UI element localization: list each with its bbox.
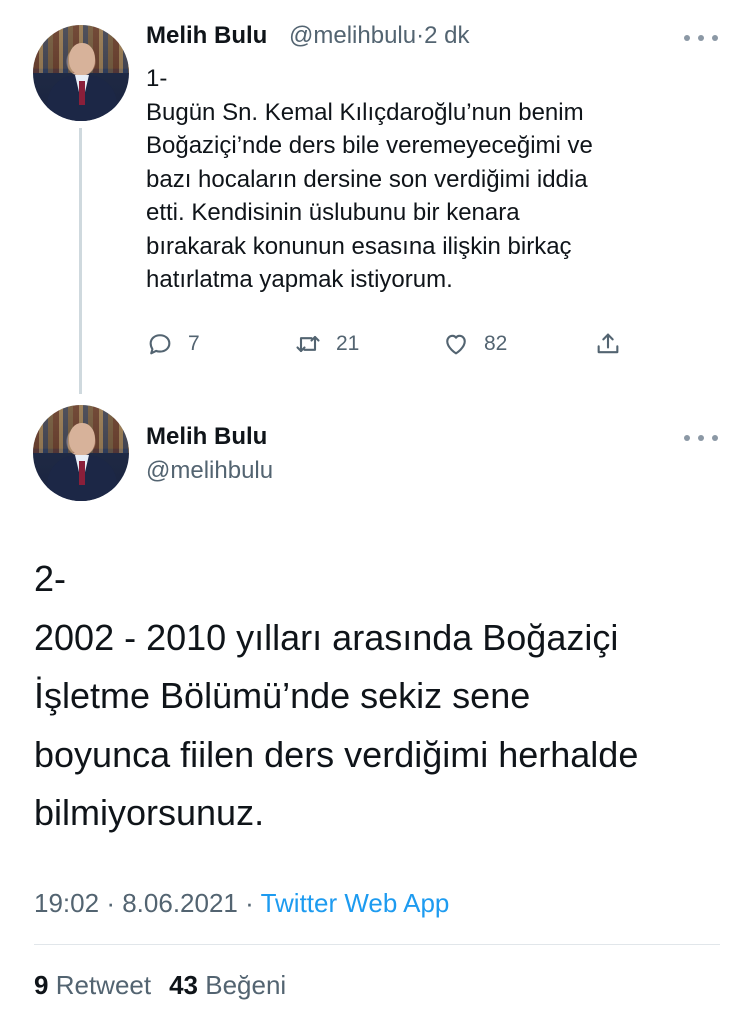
tweet-text-line: bırakarak konunun esasına ilişkin birkaç	[146, 232, 572, 260]
likes-stat[interactable]: 43 Beğeni	[169, 970, 286, 1000]
tweet-actions: 7 21 82	[146, 330, 646, 364]
divider	[34, 944, 720, 945]
reply-icon	[149, 334, 171, 355]
share-icon	[597, 333, 619, 354]
retweet-count: 9	[34, 970, 49, 1000]
retweet-label: Retweet	[55, 970, 152, 1000]
author-name[interactable]: Melih Bulu	[146, 423, 267, 451]
tweet-text-line: bilmiyorsunuz.	[34, 792, 265, 833]
like-button[interactable]: 82	[442, 330, 507, 358]
meta-separator: ·	[106, 888, 115, 918]
like-count: 43	[169, 970, 199, 1000]
author-handle[interactable]: @melihbulu	[289, 22, 416, 49]
tweet-text-line: 2002 - 2010 yılları arasında Boğaziçi	[34, 616, 619, 658]
more-options-icon[interactable]	[684, 433, 718, 443]
handle-separator: ·	[416, 22, 425, 49]
like-label: Beğeni	[205, 970, 287, 1000]
tweet-text: 2- 2002 - 2010 yılları arasında Boğaziçi…	[34, 550, 734, 843]
retweets-stat[interactable]: 9 Retweet	[34, 970, 151, 1000]
author-name[interactable]: Melih Bulu	[146, 22, 267, 50]
reply-count: 7	[188, 332, 200, 355]
meta-separator: ·	[245, 888, 254, 918]
like-count: 82	[484, 332, 508, 355]
more-options-icon[interactable]	[684, 33, 718, 43]
reply-button[interactable]: 7	[146, 330, 200, 358]
tweet-text-line: 2-	[34, 558, 67, 599]
tweet-meta: 19:02 · 8.06.2021 · Twitter Web App	[34, 888, 449, 919]
tweet-text-line: bazı hocaların dersine son verdiğimi idd…	[146, 165, 588, 193]
tweet-text-line: Bugün Sn. Kemal Kılıçdaroğlu’nun benim	[146, 98, 584, 126]
avatar[interactable]	[33, 405, 129, 501]
tweet-stats: 9 Retweet 43 Beğeni	[34, 970, 286, 1001]
tweet-date[interactable]: 8.06.2021	[122, 888, 238, 918]
retweet-count: 21	[336, 332, 360, 355]
tweet-text-line: hatırlatma yapmak istiyorum.	[146, 266, 453, 293]
retweet-icon	[296, 335, 320, 353]
avatar[interactable]	[33, 25, 129, 121]
tweet-text-line: İşletme Bölümü’nde sekiz sene	[34, 675, 531, 716]
author-handle[interactable]: @melihbulu	[146, 457, 273, 485]
tweet-time[interactable]: 19:02	[34, 888, 99, 918]
tweet-source-link[interactable]: Twitter Web App	[261, 888, 450, 918]
author-handle-time[interactable]: @melihbulu·2 dk	[289, 22, 469, 50]
heart-icon	[446, 334, 466, 355]
tweet-text-line: boyunca fiilen ders verdiğimi herhalde	[34, 733, 639, 775]
tweet-text: 1- Bugün Sn. Kemal Kılıçdaroğlu’nun beni…	[146, 62, 726, 297]
thread-line	[79, 128, 82, 394]
tweet-text-line: 1-	[146, 65, 168, 92]
retweet-button[interactable]: 21	[294, 330, 359, 358]
tweet-time[interactable]: 2 dk	[424, 22, 469, 49]
tweet-text-line: etti. Kendisinin üslubunu bir kenara	[146, 199, 520, 226]
share-button[interactable]	[594, 330, 622, 358]
tweet-text-line: Boğaziçi’nde ders bile veremeyeceğimi ve	[146, 132, 593, 159]
